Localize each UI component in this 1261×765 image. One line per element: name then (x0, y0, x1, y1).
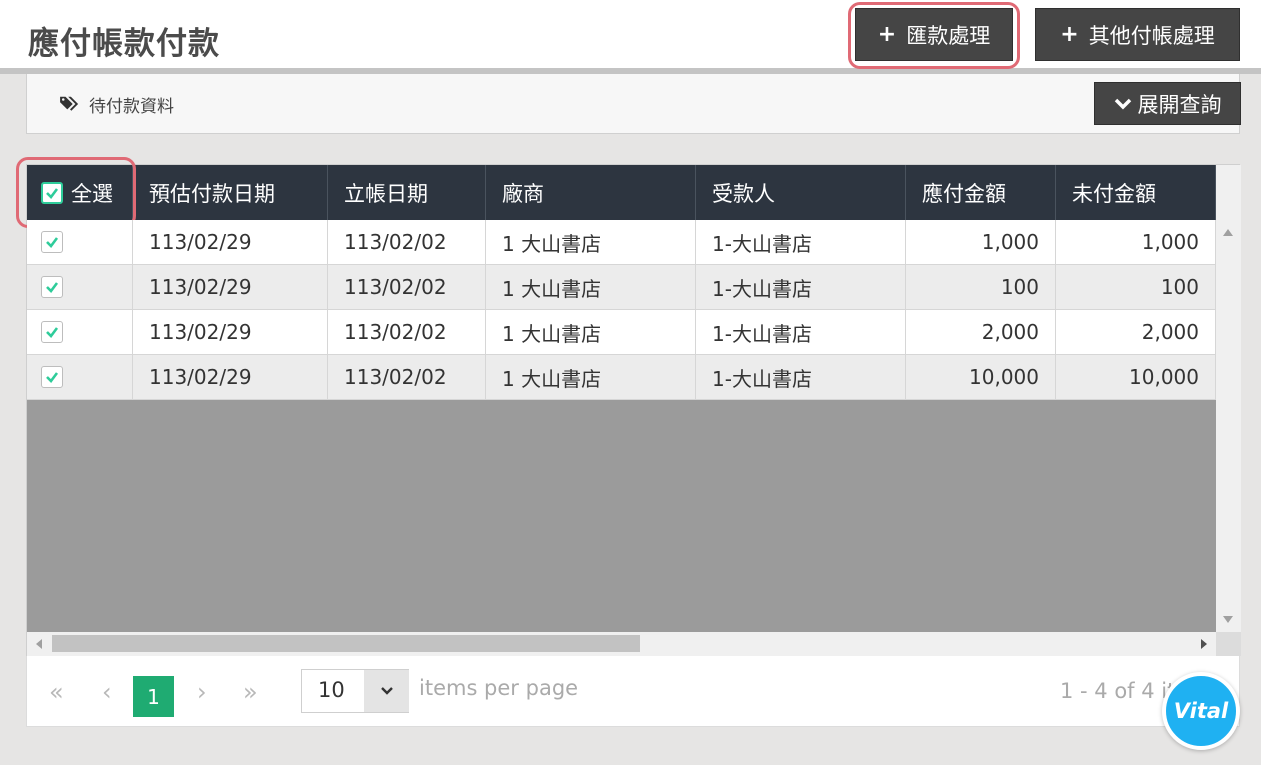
grid-header-scroll-gutter (1216, 165, 1241, 220)
horizontal-scroll-thumb[interactable] (52, 635, 640, 652)
entry-date-cell: 113/02/02 (328, 220, 486, 264)
checkmark-icon (46, 237, 59, 248)
vertical-scrollbar[interactable] (1216, 220, 1241, 632)
table-row[interactable]: 113/02/29 113/02/02 1 大山書店 1-大山書店 1,000 … (27, 220, 1216, 265)
pager-range-info: 1 - 4 of 4 items (1060, 679, 1180, 703)
entry-date-cell: 113/02/02 (328, 310, 486, 354)
row-checkbox[interactable] (41, 366, 63, 388)
select-all-checkbox[interactable] (41, 181, 63, 204)
column-header-vendor[interactable]: 廠商 (486, 165, 696, 220)
vital-badge[interactable]: Vital (1162, 672, 1240, 750)
payables-grid: 全選 預估付款日期 立帳日期 廠商 受款人 應付金額 未付金額 113/02/2… (16, 157, 1241, 656)
scroll-corner (1216, 632, 1241, 656)
table-row[interactable]: 113/02/29 113/02/02 1 大山書店 1-大山書店 2,000 … (27, 310, 1216, 355)
page-size-select[interactable]: 10 (301, 669, 409, 713)
row-select-cell[interactable] (27, 310, 133, 354)
plus-icon: + (877, 22, 897, 47)
row-checkbox[interactable] (41, 231, 63, 253)
page-title: 應付帳款付款 (28, 26, 220, 62)
column-header-entry-date[interactable]: 立帳日期 (328, 165, 486, 220)
pager: « ‹ 1 › » 10 items per page 1 - 4 of 4 i… (26, 656, 1240, 727)
horizontal-scrollbar[interactable] (27, 632, 1216, 656)
unpaid-cell: 10,000 (1056, 355, 1216, 399)
page-size-dropdown-button[interactable] (364, 670, 409, 712)
row-select-cell[interactable] (27, 220, 133, 264)
other-payment-button-label: 其他付帳處理 (1088, 23, 1215, 48)
column-header-payable[interactable]: 應付金額 (906, 165, 1056, 220)
next-page-button[interactable]: › (197, 678, 207, 706)
first-page-button[interactable]: « (49, 678, 64, 706)
est-pay-date-cell: 113/02/29 (133, 265, 328, 309)
scroll-right-arrow-icon[interactable] (1201, 639, 1207, 649)
unpaid-cell: 1,000 (1056, 220, 1216, 264)
est-pay-date-cell: 113/02/29 (133, 355, 328, 399)
checkmark-icon (46, 187, 59, 199)
payee-cell: 1-大山書店 (696, 265, 906, 309)
column-header-unpaid[interactable]: 未付金額 (1056, 165, 1216, 220)
grid-header: 全選 預估付款日期 立帳日期 廠商 受款人 應付金額 未付金額 (27, 165, 1216, 220)
payable-cell: 100 (906, 265, 1056, 309)
vendor-cell: 1 大山書店 (486, 265, 696, 309)
payable-cell: 2,000 (906, 310, 1056, 354)
entry-date-cell: 113/02/02 (328, 265, 486, 309)
scroll-down-arrow-icon[interactable] (1223, 616, 1233, 623)
scroll-up-arrow-icon[interactable] (1223, 229, 1233, 236)
page-1-button[interactable]: 1 (133, 676, 174, 717)
est-pay-date-cell: 113/02/29 (133, 310, 328, 354)
chevron-down-icon (380, 687, 393, 695)
other-payment-button[interactable]: + 其他付帳處理 (1035, 8, 1240, 61)
unpaid-cell: 100 (1056, 265, 1216, 309)
plus-icon: + (1060, 22, 1079, 47)
checkmark-icon (46, 327, 59, 338)
page-size-value: 10 (318, 678, 345, 702)
items-per-page-label: items per page (419, 676, 579, 700)
payable-cell: 10,000 (906, 355, 1056, 399)
payee-cell: 1-大山書店 (696, 220, 906, 264)
payee-cell: 1-大山書店 (696, 355, 906, 399)
prev-page-button[interactable]: ‹ (102, 678, 112, 706)
chevron-down-icon (1114, 98, 1131, 109)
column-header-est-pay-date[interactable]: 預估付款日期 (133, 165, 328, 220)
grid-body: 113/02/29 113/02/02 1 大山書店 1-大山書店 1,000 … (27, 220, 1216, 400)
row-checkbox[interactable] (41, 321, 63, 343)
info-panel-label: 待付款資料 (89, 97, 174, 117)
info-panel: 待付款資料 展開查詢 (26, 74, 1241, 134)
tag-icon (60, 96, 79, 111)
select-all-cell[interactable]: 全選 (27, 165, 133, 220)
expand-query-label: 展開查詢 (1137, 92, 1222, 117)
payee-cell: 1-大山書店 (696, 310, 906, 354)
vendor-cell: 1 大山書店 (486, 310, 696, 354)
payable-cell: 1,000 (906, 220, 1056, 264)
entry-date-cell: 113/02/02 (328, 355, 486, 399)
column-header-payee[interactable]: 受款人 (696, 165, 906, 220)
row-checkbox[interactable] (41, 276, 63, 298)
vendor-cell: 1 大山書店 (486, 355, 696, 399)
table-row[interactable]: 113/02/29 113/02/02 1 大山書店 1-大山書店 100 10… (27, 265, 1216, 310)
scroll-left-arrow-icon[interactable] (36, 639, 42, 649)
last-page-button[interactable]: » (243, 678, 258, 706)
select-all-label: 全選 (71, 181, 113, 206)
table-row[interactable]: 113/02/29 113/02/02 1 大山書店 1-大山書店 10,000… (27, 355, 1216, 400)
vendor-cell: 1 大山書店 (486, 220, 696, 264)
vital-logo-label: Vital (1173, 699, 1229, 723)
unpaid-cell: 2,000 (1056, 310, 1216, 354)
row-select-cell[interactable] (27, 265, 133, 309)
checkmark-icon (46, 372, 59, 383)
row-select-cell[interactable] (27, 355, 133, 399)
checkmark-icon (46, 282, 59, 293)
expand-query-button[interactable]: 展開查詢 (1094, 82, 1241, 125)
remit-button[interactable]: + 匯款處理 (855, 8, 1013, 61)
est-pay-date-cell: 113/02/29 (133, 220, 328, 264)
remit-button-label: 匯款處理 (906, 23, 991, 48)
